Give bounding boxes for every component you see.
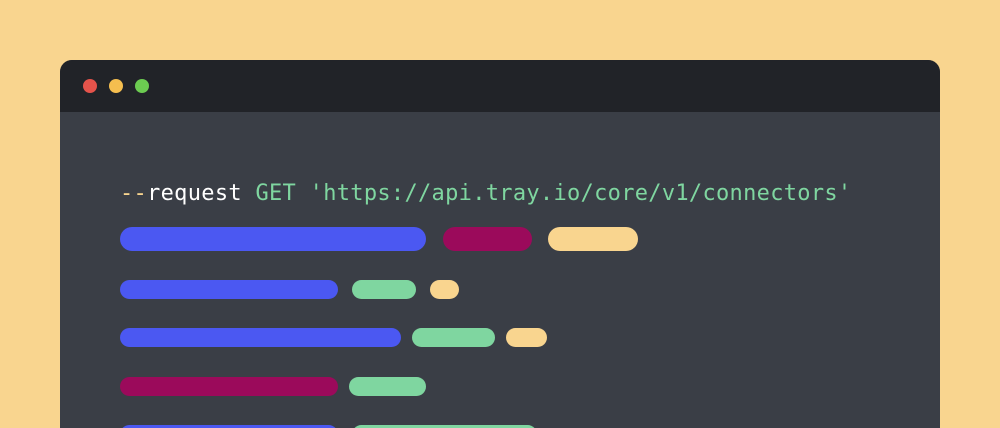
code-placeholder-peach (430, 280, 459, 299)
code-placeholder-blue (120, 280, 338, 299)
window-titlebar (60, 60, 940, 112)
minimize-window-button[interactable] (109, 79, 123, 93)
code-placeholder-blue (120, 227, 426, 251)
request-url: 'https://api.tray.io/core/v1/connectors' (309, 181, 852, 206)
flag-dashes: -- (120, 181, 148, 206)
zoom-window-button[interactable] (135, 79, 149, 93)
code-placeholder-green (349, 377, 426, 396)
code-placeholder-blue (120, 328, 401, 347)
code-placeholder-peach (506, 328, 547, 347)
code-placeholder-green (412, 328, 495, 347)
close-window-button[interactable] (83, 79, 97, 93)
http-method: GET (255, 181, 297, 206)
terminal-window: --request GET 'https://api.tray.io/core/… (60, 60, 940, 428)
code-placeholder-magenta (120, 377, 338, 396)
flag-name: request (147, 181, 242, 206)
curl-request-line: --request GET 'https://api.tray.io/core/… (120, 180, 851, 208)
code-placeholder-green (352, 280, 416, 299)
code-placeholder-magenta (443, 227, 532, 251)
code-placeholder-peach (548, 227, 638, 251)
